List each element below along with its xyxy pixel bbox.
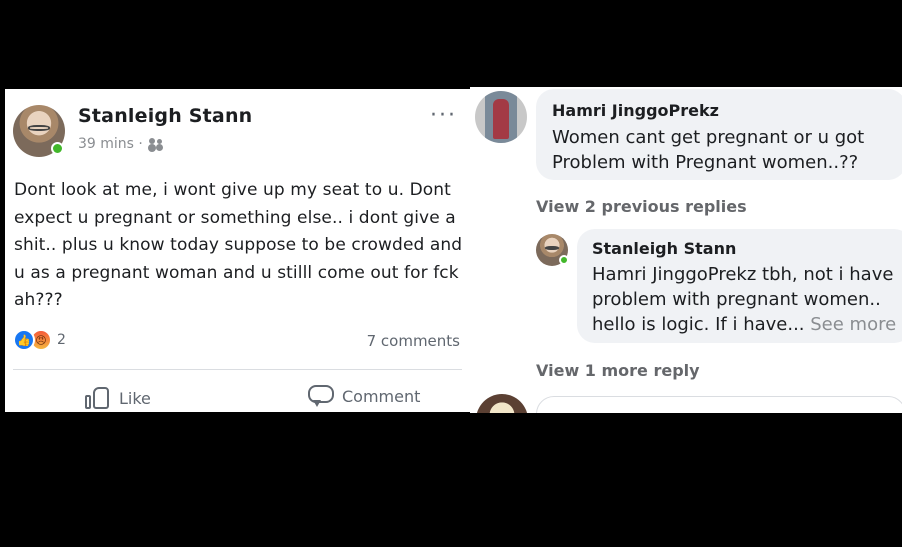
comment-bubble: Hamri JinggoPrekz Women cant get pregnan…	[536, 89, 902, 180]
friends-icon	[148, 138, 164, 150]
online-status-icon	[559, 255, 569, 265]
like-icon	[85, 385, 111, 411]
comment-button[interactable]: Comment	[308, 385, 420, 407]
online-status-icon	[51, 142, 64, 155]
post-card: Stanleigh Stann 39 mins · ··· Dont look …	[5, 89, 470, 412]
more-horizontal-icon[interactable]: ···	[430, 105, 457, 127]
reply-author-name[interactable]: Stanleigh Stann	[592, 239, 736, 258]
comment-icon	[308, 385, 334, 407]
comments-count-link[interactable]: 7 comments	[367, 332, 460, 350]
comment-author-name[interactable]: Hamri JinggoPrekz	[552, 101, 719, 120]
like-button[interactable]: Like	[85, 385, 151, 411]
like-button-label: Like	[119, 388, 151, 408]
comment-button-label: Comment	[342, 386, 421, 406]
reply-bubble: Stanleigh Stann Hamri JinggoPrekz tbh, n…	[577, 229, 902, 343]
see-more-link[interactable]: See more	[810, 314, 896, 335]
divider	[13, 369, 462, 370]
next-comment-bubble	[536, 396, 902, 413]
reactions-summary[interactable]: 👍 😠 2	[13, 329, 66, 351]
like-reaction-icon: 👍	[13, 329, 35, 351]
reaction-count: 2	[57, 332, 66, 348]
reply-text: Hamri JinggoPrekz tbh, not i have proble…	[592, 262, 902, 337]
view-previous-replies-link[interactable]: View 2 previous replies	[536, 197, 747, 216]
comment-text: Women cant get pregnant or u got Problem…	[552, 127, 865, 173]
post-body-text: Dont look at me, i wont give up my seat …	[14, 180, 463, 310]
commenter-avatar[interactable]	[475, 91, 527, 143]
post-timestamp[interactable]: 39 mins ·	[78, 136, 143, 152]
view-more-replies-link[interactable]: View 1 more reply	[536, 361, 700, 380]
next-commenter-avatar[interactable]	[476, 394, 528, 413]
comment-thread: Hamri JinggoPrekz Women cant get pregnan…	[470, 87, 902, 413]
post-meta: 39 mins ·	[78, 136, 164, 152]
post-author-name[interactable]: Stanleigh Stann	[78, 105, 252, 127]
